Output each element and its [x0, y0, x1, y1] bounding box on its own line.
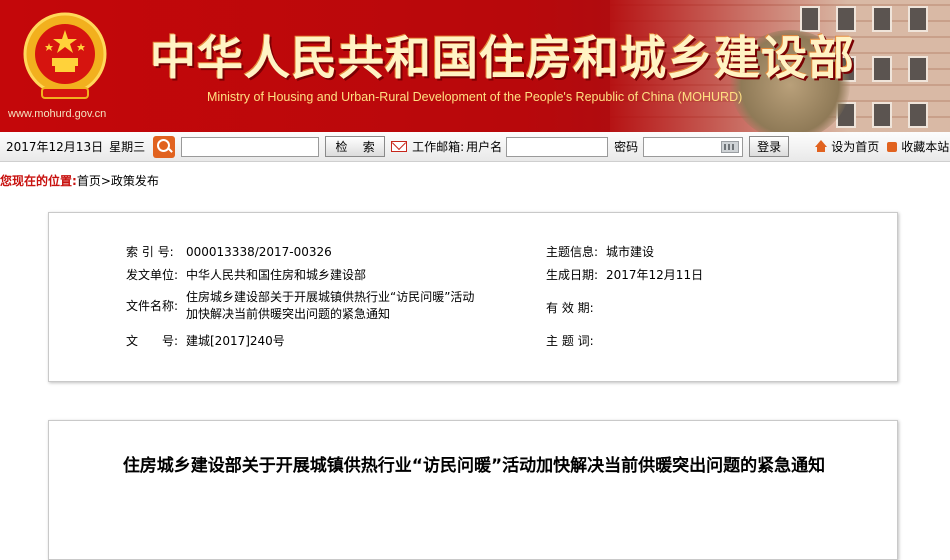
username-label: 用户名: [466, 140, 503, 154]
ministry-title-en: Ministry of Housing and Urban-Rural Deve…: [207, 90, 743, 104]
home-icon: [815, 140, 828, 152]
search-input[interactable]: [181, 136, 320, 157]
bookmark-icon: [887, 141, 898, 152]
document-info-card: 索 引 号: 000013338/2017-00326 主题信息: 城市建设 发文单…: [48, 212, 898, 382]
keyboard-icon[interactable]: [721, 140, 740, 153]
index-no-value: 000013338/2017-00326: [186, 245, 332, 259]
header-banner: www.mohurd.gov.cn 中华人民共和国住房和城乡建设部 Minist…: [0, 0, 950, 132]
info-topic: 主题信息: 城市建设: [546, 243, 654, 260]
current-weekday: 星期三: [109, 140, 146, 154]
bookmark-link[interactable]: 收藏本站: [901, 138, 949, 155]
search-icon[interactable]: [153, 135, 176, 158]
info-index-no: 索 引 号: 000013338/2017-00326: [126, 243, 332, 260]
mail-icon: [391, 141, 408, 152]
info-doc-no: 文 号: 建城[2017]240号: [126, 332, 285, 349]
username-input[interactable]: [506, 136, 609, 157]
breadcrumb: 您现在的位置:首页>政策发布: [0, 172, 159, 189]
info-keywords: 主 题 词:: [546, 332, 606, 349]
breadcrumb-separator: >: [100, 174, 111, 188]
issuer-value: 中华人民共和国住房和城乡建设部: [186, 268, 367, 282]
password-input[interactable]: [643, 136, 744, 157]
topic-label: 主题信息:: [546, 245, 599, 259]
validity-label: 有 效 期:: [546, 301, 594, 315]
doc-name-value: 住房城乡建设部关于开展城镇供热行业“访民问暖”活动加快解决当前供暖突出问题的紧急…: [186, 290, 475, 321]
current-date: 2017年12月13日: [6, 140, 104, 154]
info-doc-name: 文件名称: 住房城乡建设部关于开展城镇供热行业“访民问暖”活动加快解决当前供暖突出…: [126, 289, 486, 323]
info-issuer: 发文单位: 中华人民共和国住房和城乡建设部: [126, 266, 366, 283]
issuer-label: 发文单位:: [126, 268, 179, 282]
breadcrumb-current-link[interactable]: 政策发布: [111, 174, 159, 188]
set-homepage-link[interactable]: 设为首页: [831, 138, 879, 155]
article-title: 住房城乡建设部关于开展城镇供热行业“访民问暖”活动加快解决当前供暖突出问题的紧急…: [122, 456, 826, 476]
article-card: 住房城乡建设部关于开展城镇供热行业“访民问暖”活动加快解决当前供暖突出问题的紧急…: [48, 420, 898, 560]
ministry-title-cn: 中华人民共和国住房和城乡建设部: [150, 31, 855, 85]
doc-no-value: 建城[2017]240号: [186, 334, 285, 348]
site-url[interactable]: www.mohurd.gov.cn: [8, 108, 106, 120]
index-no-label: 索 引 号:: [126, 245, 174, 259]
login-button[interactable]: 登录: [749, 136, 790, 157]
top-toolbar: 2017年12月13日 星期三 检 索 工作邮箱: 用户名 密码 登录 设为首页…: [0, 132, 950, 162]
breadcrumb-home-link[interactable]: 首页: [77, 174, 101, 188]
keywords-label: 主 题 词:: [546, 334, 594, 348]
national-emblem-icon: [23, 12, 107, 99]
date-value: 2017年12月11日: [606, 268, 704, 282]
breadcrumb-label: 您现在的位置:: [0, 174, 77, 188]
date-label: 生成日期:: [546, 268, 599, 282]
info-validity: 有 效 期:: [546, 299, 606, 316]
topic-value: 城市建设: [606, 245, 655, 259]
search-button[interactable]: 检 索: [325, 136, 386, 157]
password-label: 密码: [614, 140, 639, 154]
doc-no-label: 文 号:: [126, 334, 179, 348]
info-date: 生成日期: 2017年12月11日: [546, 266, 703, 283]
doc-name-label: 文件名称:: [126, 299, 179, 313]
work-mail-label: 工作邮箱:: [412, 140, 465, 154]
